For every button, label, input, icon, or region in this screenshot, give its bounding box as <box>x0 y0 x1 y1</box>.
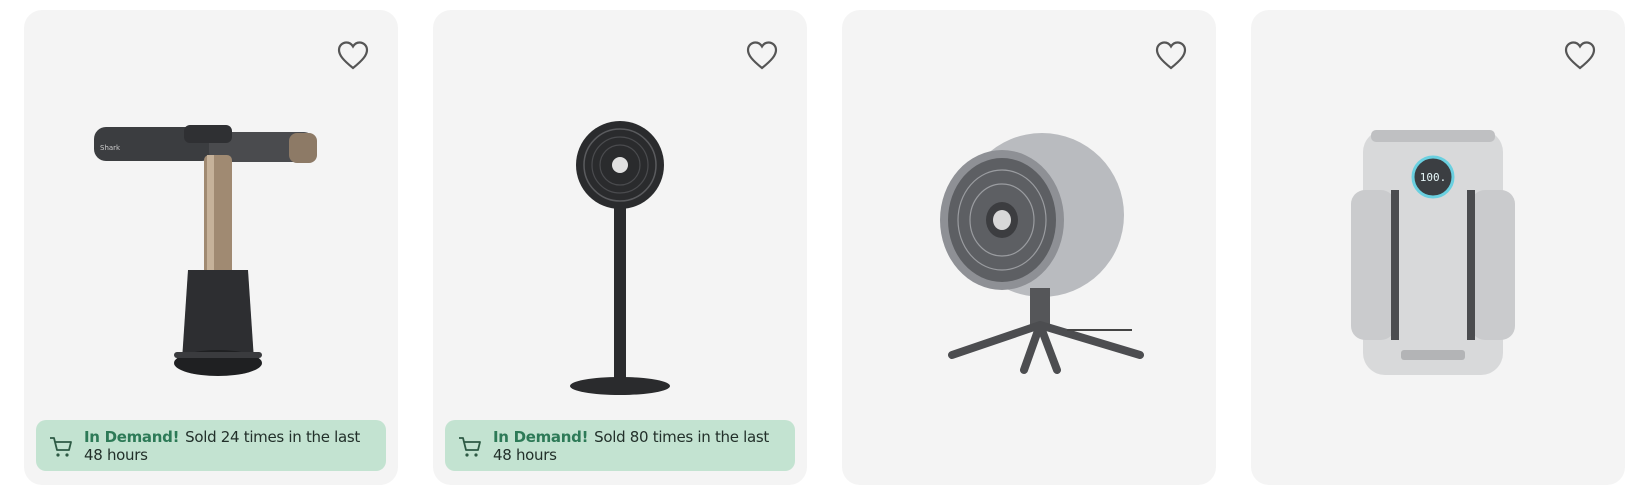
product-card[interactable]: Shark In Demand! Sold 24 times in the las… <box>24 10 398 485</box>
svg-text:Shark: Shark <box>100 144 121 152</box>
product-image[interactable]: Shark <box>24 70 398 410</box>
product-card[interactable]: 100. <box>1251 10 1625 485</box>
badge-highlight: In Demand! <box>84 428 180 446</box>
product-card[interactable] <box>842 10 1216 485</box>
badge-text: In Demand! Sold 24 times in the last 48 h… <box>84 428 372 464</box>
heart-outline-icon[interactable] <box>1563 39 1597 73</box>
in-demand-badge: In Demand! Sold 80 times in the last 48 h… <box>445 420 795 471</box>
heart-outline-icon[interactable] <box>745 39 779 73</box>
product-card[interactable]: In Demand! Sold 80 times in the last 48 h… <box>433 10 807 485</box>
cart-icon <box>459 437 481 457</box>
in-demand-badge: In Demand! Sold 24 times in the last 48 h… <box>36 420 386 471</box>
product-grid: Shark In Demand! Sold 24 times in the las… <box>24 10 1625 485</box>
product-image[interactable] <box>842 70 1216 410</box>
badge-highlight: In Demand! <box>493 428 589 446</box>
heart-outline-icon[interactable] <box>1154 39 1188 73</box>
cart-icon <box>50 437 72 457</box>
heart-outline-icon[interactable] <box>336 39 370 73</box>
product-image[interactable] <box>433 70 807 410</box>
purifier-display: 100. <box>1420 171 1447 184</box>
badge-text: In Demand! Sold 80 times in the last 48 h… <box>493 428 781 464</box>
product-image[interactable]: 100. <box>1251 70 1625 410</box>
